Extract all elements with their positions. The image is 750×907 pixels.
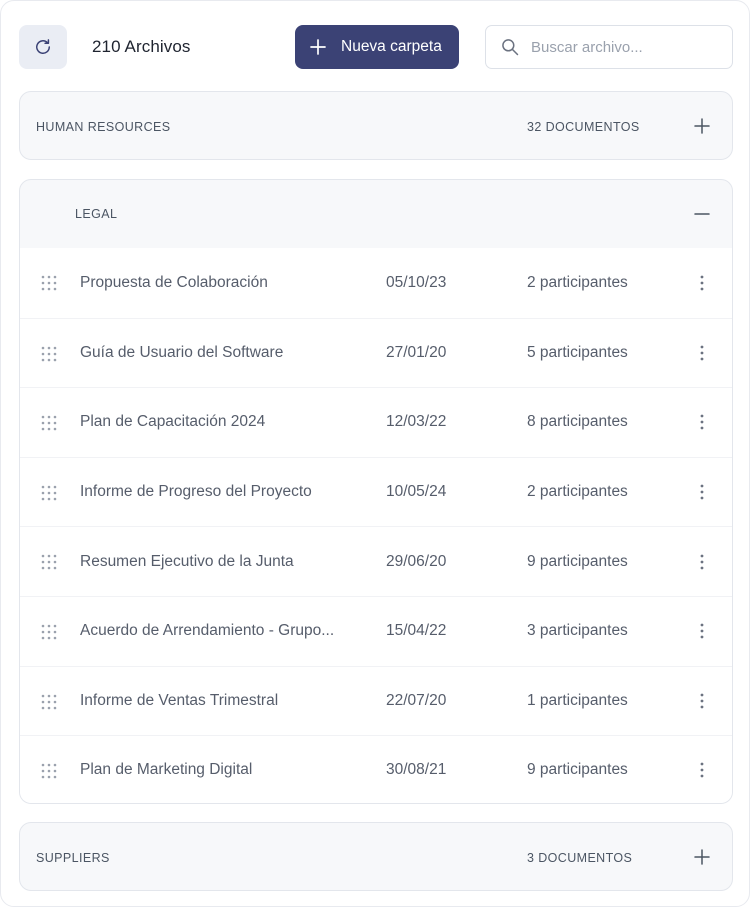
document-participants: 2 participantes [527,483,628,501]
drag-handle-icon[interactable] [40,484,58,502]
folder-header[interactable]: LEGAL [20,180,732,248]
drag-handle-icon[interactable] [40,762,58,780]
document-row[interactable]: Informe de Ventas Trimestral 22/07/20 1 … [20,665,732,736]
drag-handle-icon[interactable] [40,274,58,292]
plus-icon [309,38,327,56]
row-menu-button[interactable] [694,691,710,711]
more-vertical-icon [700,763,704,778]
row-menu-button[interactable] [694,412,710,432]
drag-handle-icon[interactable] [40,414,58,432]
more-vertical-icon [700,554,704,570]
document-row[interactable]: Acuerdo de Arrendamiento - Grupo... 15/0… [20,595,732,666]
plus-icon [694,849,710,865]
folder-name: SUPPLIERS [36,851,110,865]
more-vertical-icon [700,345,704,361]
row-menu-button[interactable] [694,273,710,293]
folder-name: HUMAN RESOURCES [36,120,171,134]
document-row[interactable]: Propuesta de Colaboración 05/10/23 2 par… [20,248,732,318]
document-date: 05/10/23 [386,273,447,291]
document-participants: 9 participantes [527,552,628,570]
drag-handle-icon[interactable] [40,623,58,641]
new-folder-button[interactable]: Nueva carpeta [295,25,459,69]
row-menu-button[interactable] [694,552,710,572]
collapse-folder-button[interactable] [692,204,712,224]
drag-handle-icon[interactable] [40,345,58,363]
folder-suppliers[interactable]: SUPPLIERS 3 DOCUMENTOS [19,822,733,891]
document-list: Propuesta de Colaboración 05/10/23 2 par… [20,248,732,803]
document-date: 12/03/22 [386,413,447,431]
document-date: 30/08/21 [386,761,447,779]
search-icon [502,39,519,56]
plus-icon [694,118,710,134]
document-date: 29/06/20 [386,552,447,570]
new-folder-label: Nueva carpeta [341,38,442,55]
document-participants: 9 participantes [527,761,628,779]
document-date: 15/04/22 [386,622,447,640]
document-title: Plan de Marketing Digital [80,761,253,779]
row-menu-button[interactable] [694,343,710,363]
more-vertical-icon [700,693,704,709]
folder-name: LEGAL [75,207,118,221]
folder-human-resources[interactable]: HUMAN RESOURCES 32 DOCUMENTOS [19,91,733,160]
minus-icon [694,213,710,215]
document-date: 27/01/20 [386,343,447,361]
more-vertical-icon [700,275,704,291]
file-count: 210 Archivos [92,37,191,56]
refresh-icon [36,39,50,54]
refresh-button[interactable] [19,25,67,69]
document-row[interactable]: Plan de Capacitación 2024 12/03/22 8 par… [20,387,732,457]
row-menu-button[interactable] [694,760,710,780]
document-row[interactable]: Guía de Usuario del Software 27/01/20 5 … [20,317,732,388]
document-row[interactable]: Informe de Progreso del Proyecto 10/05/2… [20,456,732,527]
toolbar: 210 Archivos Nueva carpeta [19,25,733,69]
search-box[interactable] [485,25,733,69]
app-frame: 210 Archivos Nueva carpeta HUMAN RESOURC… [0,0,750,907]
document-date: 22/07/20 [386,691,447,709]
more-vertical-icon [700,623,704,639]
document-participants: 8 participantes [527,413,628,431]
expand-folder-button[interactable] [692,116,712,136]
folder-legal: LEGAL Propuesta de Colaboración 05/10/23… [19,179,733,804]
document-title: Resumen Ejecutivo de la Junta [80,552,294,570]
document-title: Informe de Progreso del Proyecto [80,483,312,501]
document-title: Informe de Ventas Trimestral [80,691,279,709]
document-title: Plan de Capacitación 2024 [80,413,266,431]
document-participants: 5 participantes [527,343,628,361]
drag-handle-icon[interactable] [40,693,58,711]
document-participants: 2 participantes [527,273,628,291]
row-menu-button[interactable] [694,482,710,502]
document-participants: 1 participantes [527,691,628,709]
more-vertical-icon [700,484,704,500]
more-vertical-icon [700,415,704,430]
document-date: 10/05/24 [386,483,447,501]
search-input[interactable] [531,38,721,56]
document-title: Acuerdo de Arrendamiento - Grupo... [80,622,335,640]
folder-document-count: 3 DOCUMENTOS [527,851,633,865]
document-row[interactable]: Resumen Ejecutivo de la Junta 29/06/20 9… [20,526,732,596]
document-title: Guía de Usuario del Software [80,343,284,361]
drag-handle-icon[interactable] [40,553,58,571]
document-title: Propuesta de Colaboración [80,273,268,291]
row-menu-button[interactable] [694,621,710,641]
folder-document-count: 32 DOCUMENTOS [527,120,640,134]
expand-folder-button[interactable] [692,847,712,867]
document-participants: 3 participantes [527,622,628,640]
document-row[interactable]: Plan de Marketing Digital 30/08/21 9 par… [20,735,732,803]
